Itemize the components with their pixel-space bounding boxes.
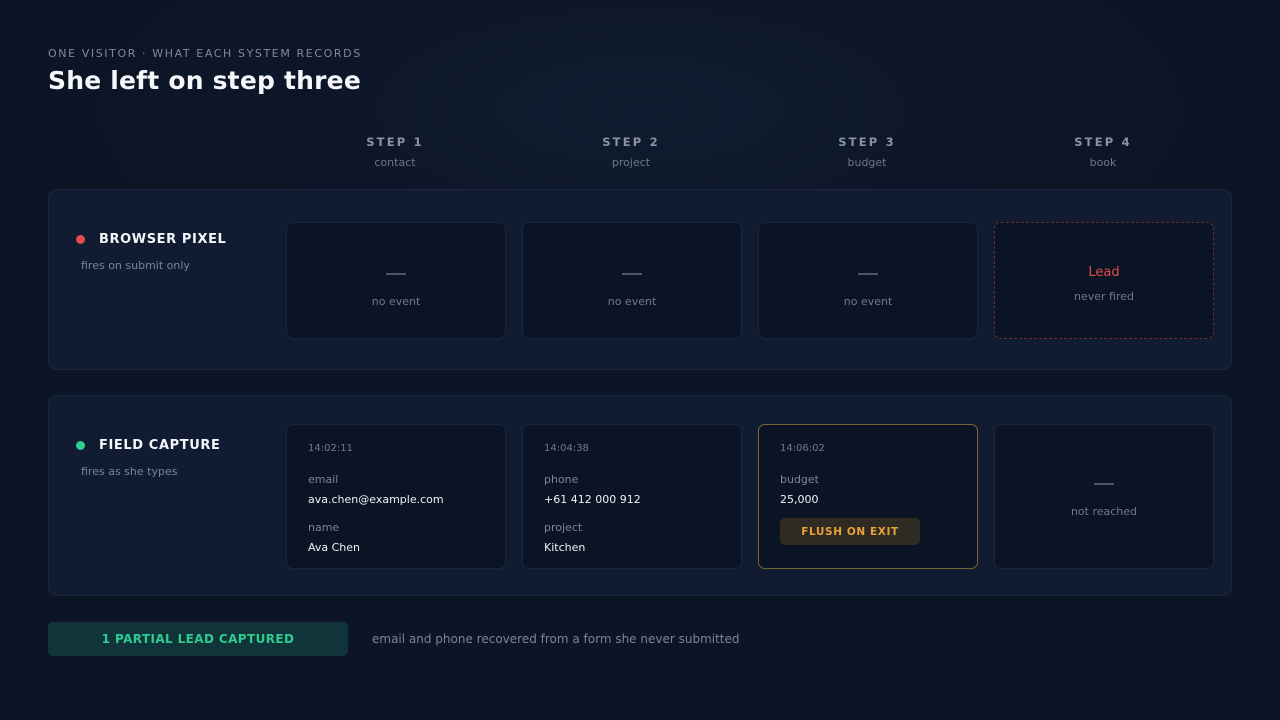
empty-label: no event <box>607 295 657 308</box>
page-eyebrow: ONE VISITOR · WHAT EACH SYSTEM RECORDS <box>48 47 362 60</box>
timestamp: 14:06:02 <box>780 443 825 454</box>
row-title: BROWSER PIXEL <box>99 232 227 247</box>
page-title: She left on step three <box>48 66 361 95</box>
step-name: book <box>1089 156 1117 169</box>
field-label: email <box>308 473 339 486</box>
dash-icon <box>386 273 406 275</box>
row-label: BROWSER PIXEL fires on submit only <box>76 232 226 276</box>
dash-icon <box>622 273 642 275</box>
missed-event: Lead never fired <box>995 265 1213 303</box>
empty-state: no event <box>287 273 505 308</box>
row-description: fires as she types <box>81 465 178 478</box>
row-title-line: FIELD CAPTURE <box>76 438 220 453</box>
capture-cell-step-2: 14:04:38 phone +61 412 000 912 project K… <box>522 424 742 569</box>
step-number: STEP 1 <box>366 135 424 149</box>
pixel-cell-step-3: no event <box>758 222 978 339</box>
status-dot-green <box>76 441 85 450</box>
empty-state: not reached <box>995 483 1213 518</box>
status-dot-red <box>76 235 85 244</box>
partial-lead-badge: 1 PARTIAL LEAD CAPTURED <box>48 622 348 656</box>
timestamp: 14:02:11 <box>308 443 353 454</box>
step-number: STEP 3 <box>838 135 896 149</box>
empty-state: no event <box>759 273 977 308</box>
step-name: budget <box>847 156 887 169</box>
step-name: contact <box>374 156 416 169</box>
field-value: Ava Chen <box>308 541 361 554</box>
step-header: STEP 4 book <box>993 135 1213 169</box>
empty-state: no event <box>523 273 741 308</box>
field-label: phone <box>544 473 579 486</box>
flush-on-exit-button[interactable]: FLUSH ON EXIT <box>780 518 920 545</box>
field-value: ava.chen@example.com <box>308 493 444 506</box>
empty-label: no event <box>843 295 893 308</box>
field-label: budget <box>780 473 819 486</box>
pixel-cell-step-4: Lead never fired <box>994 222 1214 339</box>
field-label: project <box>544 521 583 534</box>
summary-text: email and phone recovered from a form sh… <box>372 632 740 646</box>
pixel-cell-step-2: no event <box>522 222 742 339</box>
row-title: FIELD CAPTURE <box>99 438 221 453</box>
event-name: Lead <box>1088 265 1120 280</box>
dash-icon <box>858 273 878 275</box>
step-header: STEP 1 contact <box>285 135 505 169</box>
event-status: never fired <box>1074 290 1134 303</box>
field-value: Kitchen <box>544 541 586 554</box>
browser-pixel-row: BROWSER PIXEL fires on submit only no ev… <box>48 189 1232 370</box>
row-label: FIELD CAPTURE fires as she types <box>76 438 220 482</box>
timestamp: 14:04:38 <box>544 443 589 454</box>
row-description: fires on submit only <box>81 259 190 272</box>
step-number: STEP 2 <box>602 135 660 149</box>
field-label: name <box>308 521 340 534</box>
pixel-cell-step-1: no event <box>286 222 506 339</box>
empty-label: no event <box>371 295 421 308</box>
capture-cell-step-3: 14:06:02 budget 25,000 FLUSH ON EXIT <box>758 424 978 569</box>
step-header: STEP 3 budget <box>757 135 977 169</box>
field-value: 25,000 <box>780 493 819 506</box>
field-value: +61 412 000 912 <box>544 493 641 506</box>
dash-icon <box>1094 483 1114 485</box>
step-header: STEP 2 project <box>521 135 741 169</box>
capture-cell-step-4: not reached <box>994 424 1214 569</box>
capture-cell-step-1: 14:02:11 email ava.chen@example.com name… <box>286 424 506 569</box>
empty-label: not reached <box>1070 505 1138 518</box>
row-title-line: BROWSER PIXEL <box>76 232 226 247</box>
step-number: STEP 4 <box>1074 135 1132 149</box>
field-capture-row: FIELD CAPTURE fires as she types 14:02:1… <box>48 395 1232 596</box>
step-name: project <box>611 156 651 169</box>
